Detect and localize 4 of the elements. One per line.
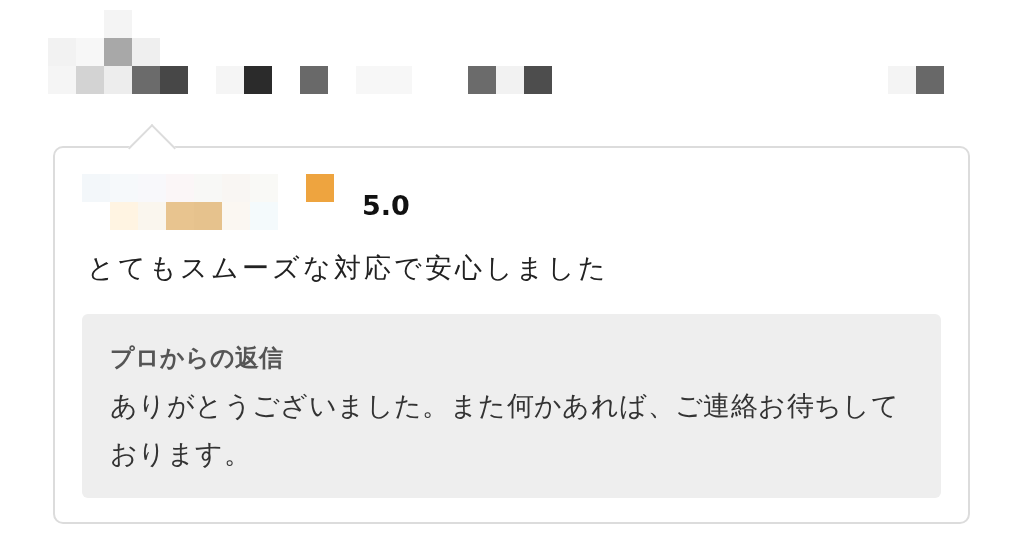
reply-text: ありがとうございました。また何かあれば、ご連絡お待ちしております。 <box>110 389 901 471</box>
rating-score: 5.0 <box>362 189 410 221</box>
review-text: とてもスムーズな対応で安心しました <box>87 251 610 285</box>
reply-title: プロからの返信 <box>110 343 284 374</box>
